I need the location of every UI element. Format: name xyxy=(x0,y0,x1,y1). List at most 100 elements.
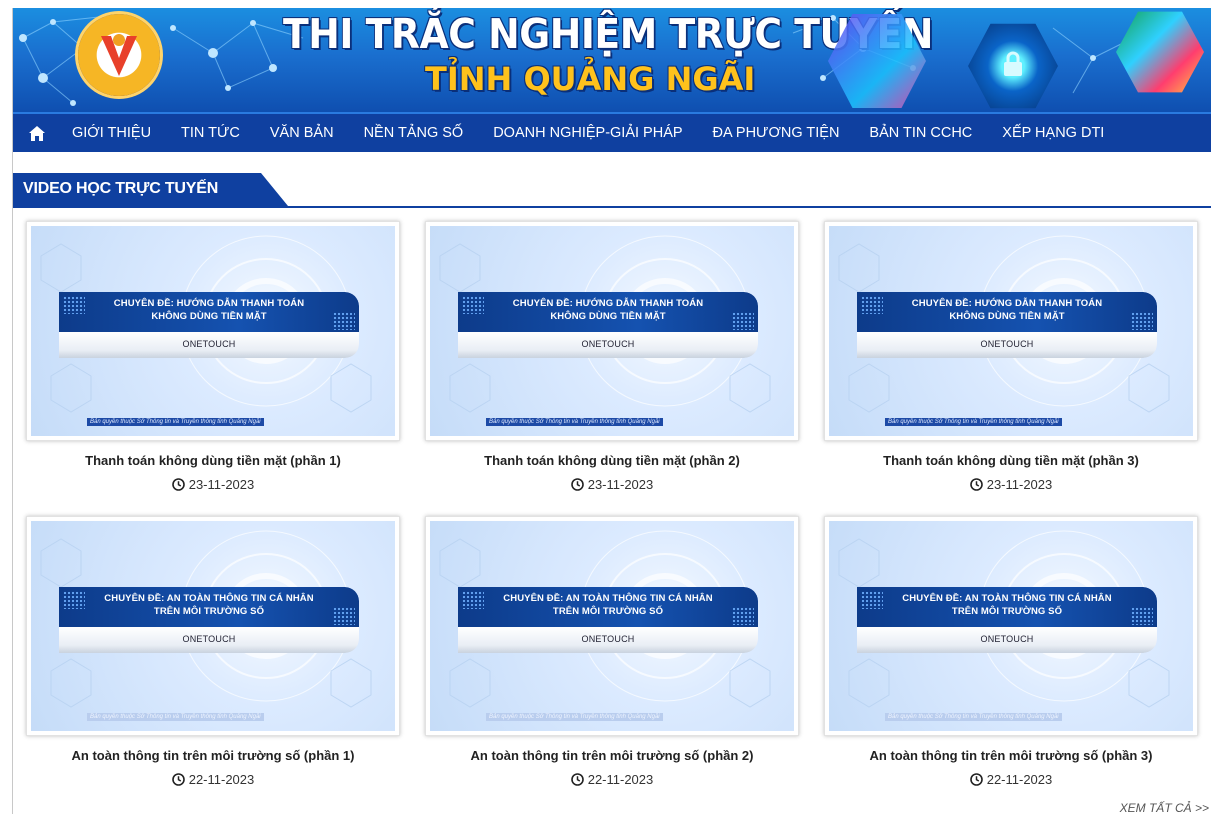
nav-item-ban-tin-cchc[interactable]: BẢN TIN CCHC xyxy=(854,114,987,152)
topic-line-1: CHUYÊN ĐỀ: HƯỚNG DẪN THANH TOÁN xyxy=(113,298,305,309)
topic-ribbon: CHUYÊN ĐỀ: AN TOÀN THÔNG TIN CÁ NHÂN TRÊ… xyxy=(857,587,1157,653)
topic-ribbon: CHUYÊN ĐỀ: HƯỚNG DẪN THANH TOÁN KHÔNG DÙ… xyxy=(857,292,1157,358)
pixel-dots-decoration xyxy=(861,591,883,609)
pixel-dots-decoration xyxy=(333,312,355,330)
brand-logo: ONETOUCH xyxy=(581,339,635,349)
brand-logo: ONETOUCH xyxy=(581,634,635,644)
topic-line-1: CHUYÊN ĐỀ: HƯỚNG DẪN THANH TOÁN xyxy=(512,298,704,309)
pixel-dots-decoration xyxy=(333,607,355,625)
topic-line-1: CHUYÊN ĐỀ: HƯỚNG DẪN THANH TOÁN xyxy=(911,298,1103,309)
clock-icon xyxy=(171,478,185,491)
video-title[interactable]: Thanh toán không dùng tiền mặt (phần 3) xyxy=(824,453,1198,468)
date-text: 22-11-2023 xyxy=(587,772,654,787)
see-all-link[interactable]: XEM TẤT CẢ >> xyxy=(1120,801,1209,814)
video-card[interactable]: CHUYÊN ĐỀ: HƯỚNG DẪN THANH TOÁN KHÔNG DÙ… xyxy=(425,221,799,492)
date-text: 22-11-2023 xyxy=(188,772,255,787)
clock-icon xyxy=(969,773,983,786)
topic-line-1: CHUYÊN ĐỀ: AN TOÀN THÔNG TIN CÁ NHÂN xyxy=(902,593,1112,604)
date-text: 23-11-2023 xyxy=(986,477,1053,492)
topic-text: CHUYÊN ĐỀ: AN TOÀN THÔNG TIN CÁ NHÂN TRÊ… xyxy=(488,592,728,618)
topic-line-2: TRÊN MÔI TRƯỜNG SỐ xyxy=(951,606,1063,617)
video-card[interactable]: CHUYÊN ĐỀ: HƯỚNG DẪN THANH TOÁN KHÔNG DÙ… xyxy=(26,221,400,492)
date-text: 23-11-2023 xyxy=(587,477,654,492)
topic-text: CHUYÊN ĐỀ: AN TOÀN THÔNG TIN CÁ NHÂN TRÊ… xyxy=(89,592,329,618)
pixel-dots-decoration xyxy=(63,296,85,314)
section-header: VIDEO HỌC TRỰC TUYẾN xyxy=(13,173,1211,208)
copyright-strip: Bản quyền thuộc Sở Thông tin và Truyền t… xyxy=(885,418,1062,426)
video-title[interactable]: An toàn thông tin trên môi trường số (ph… xyxy=(425,748,799,763)
site-banner[interactable]: THI TRẮC NGHIỆM TRỰC TUYẾN TỈNH QUẢNG NG… xyxy=(13,8,1211,112)
section-title: VIDEO HỌC TRỰC TUYẾN xyxy=(23,180,219,197)
video-date: 22-11-2023 xyxy=(425,772,799,787)
video-thumbnail[interactable]: CHUYÊN ĐỀ: AN TOÀN THÔNG TIN CÁ NHÂN TRÊ… xyxy=(824,516,1198,736)
copyright-strip: Bản quyền thuộc Sở Thông tin và Truyền t… xyxy=(486,418,663,426)
topic-line-1: CHUYÊN ĐỀ: AN TOÀN THÔNG TIN CÁ NHÂN xyxy=(104,593,314,604)
video-thumbnail[interactable]: CHUYÊN ĐỀ: AN TOÀN THÔNG TIN CÁ NHÂN TRÊ… xyxy=(425,516,799,736)
video-card[interactable]: CHUYÊN ĐỀ: HƯỚNG DẪN THANH TOÁN KHÔNG DÙ… xyxy=(824,221,1198,492)
nav-home[interactable] xyxy=(17,114,57,152)
nav-item-doanh-nghiep-giai-phap[interactable]: DOANH NGHIỆP-GIẢI PHÁP xyxy=(478,114,697,152)
topic-line-2: KHÔNG DÙNG TIỀN MẶT xyxy=(949,311,1065,322)
topic-ribbon: CHUYÊN ĐỀ: AN TOÀN THÔNG TIN CÁ NHÂN TRÊ… xyxy=(59,587,359,653)
video-date: 22-11-2023 xyxy=(824,772,1198,787)
video-date: 23-11-2023 xyxy=(824,477,1198,492)
topic-ribbon: CHUYÊN ĐỀ: HƯỚNG DẪN THANH TOÁN KHÔNG DÙ… xyxy=(59,292,359,358)
video-thumbnail[interactable]: CHUYÊN ĐỀ: HƯỚNG DẪN THANH TOÁN KHÔNG DÙ… xyxy=(824,221,1198,441)
thumbnail-image: CHUYÊN ĐỀ: HƯỚNG DẪN THANH TOÁN KHÔNG DÙ… xyxy=(31,226,395,436)
video-thumbnail[interactable]: CHUYÊN ĐỀ: HƯỚNG DẪN THANH TOÁN KHÔNG DÙ… xyxy=(26,221,400,441)
topic-ribbon: CHUYÊN ĐỀ: AN TOÀN THÔNG TIN CÁ NHÂN TRÊ… xyxy=(458,587,758,653)
main-navigation: GIỚI THIỆU TIN TỨC VĂN BẢN NỀN TẢNG SỐ D… xyxy=(13,112,1211,152)
video-card[interactable]: CHUYÊN ĐỀ: AN TOÀN THÔNG TIN CÁ NHÂN TRÊ… xyxy=(26,516,400,787)
nav-item-nen-tang-so[interactable]: NỀN TẢNG SỐ xyxy=(349,114,479,152)
brand-logo: ONETOUCH xyxy=(182,339,236,349)
date-text: 22-11-2023 xyxy=(986,772,1053,787)
clock-icon xyxy=(570,773,584,786)
video-thumbnail[interactable]: CHUYÊN ĐỀ: AN TOÀN THÔNG TIN CÁ NHÂN TRÊ… xyxy=(26,516,400,736)
nav-item-gioi-thieu[interactable]: GIỚI THIỆU xyxy=(57,114,166,152)
clock-icon xyxy=(171,773,185,786)
topic-line-1: CHUYÊN ĐỀ: AN TOÀN THÔNG TIN CÁ NHÂN xyxy=(503,593,713,604)
banner-subtitle: TỈNH QUẢNG NGÃI xyxy=(425,60,756,98)
clock-icon xyxy=(969,478,983,491)
topic-text: CHUYÊN ĐỀ: AN TOÀN THÔNG TIN CÁ NHÂN TRÊ… xyxy=(887,592,1127,618)
video-card[interactable]: CHUYÊN ĐỀ: AN TOÀN THÔNG TIN CÁ NHÂN TRÊ… xyxy=(824,516,1198,787)
nav-item-tin-tuc[interactable]: TIN TỨC xyxy=(166,114,255,152)
topic-text: CHUYÊN ĐỀ: HƯỚNG DẪN THANH TOÁN KHÔNG DÙ… xyxy=(89,297,329,323)
topic-ribbon: CHUYÊN ĐỀ: HƯỚNG DẪN THANH TOÁN KHÔNG DÙ… xyxy=(458,292,758,358)
banner-title: THI TRẮC NGHIỆM TRỰC TUYẾN xyxy=(283,10,933,58)
copyright-strip: Bản quyền thuộc Sở Thông tin và Truyền t… xyxy=(885,713,1062,721)
video-title[interactable]: An toàn thông tin trên môi trường số (ph… xyxy=(26,748,400,763)
topic-line-2: KHÔNG DÙNG TIỀN MẶT xyxy=(550,311,666,322)
topic-text: CHUYÊN ĐỀ: HƯỚNG DẪN THANH TOÁN KHÔNG DÙ… xyxy=(488,297,728,323)
video-date: 22-11-2023 xyxy=(26,772,400,787)
video-title[interactable]: Thanh toán không dùng tiền mặt (phần 2) xyxy=(425,453,799,468)
clock-icon xyxy=(570,478,584,491)
video-date: 23-11-2023 xyxy=(425,477,799,492)
copyright-strip: Bản quyền thuộc Sở Thông tin và Truyền t… xyxy=(87,418,264,426)
brand-logo: ONETOUCH xyxy=(980,634,1034,644)
brand-logo: ONETOUCH xyxy=(182,634,236,644)
thumbnail-image: CHUYÊN ĐỀ: HƯỚNG DẪN THANH TOÁN KHÔNG DÙ… xyxy=(829,226,1193,436)
topic-text: CHUYÊN ĐỀ: HƯỚNG DẪN THANH TOÁN KHÔNG DÙ… xyxy=(887,297,1127,323)
video-date: 23-11-2023 xyxy=(26,477,400,492)
video-card[interactable]: CHUYÊN ĐỀ: AN TOÀN THÔNG TIN CÁ NHÂN TRÊ… xyxy=(425,516,799,787)
pixel-dots-decoration xyxy=(462,296,484,314)
nav-item-van-ban[interactable]: VĂN BẢN xyxy=(255,114,349,152)
nav-item-da-phuong-tien[interactable]: ĐA PHƯƠNG TIỆN xyxy=(698,114,855,152)
thumbnail-image: CHUYÊN ĐỀ: AN TOÀN THÔNG TIN CÁ NHÂN TRÊ… xyxy=(829,521,1193,731)
video-title[interactable]: Thanh toán không dùng tiền mặt (phần 1) xyxy=(26,453,400,468)
thumbnail-image: CHUYÊN ĐỀ: AN TOÀN THÔNG TIN CÁ NHÂN TRÊ… xyxy=(430,521,794,731)
pixel-dots-decoration xyxy=(861,296,883,314)
home-icon xyxy=(29,125,45,141)
video-title[interactable]: An toàn thông tin trên môi trường số (ph… xyxy=(824,748,1198,763)
video-thumbnail[interactable]: CHUYÊN ĐỀ: HƯỚNG DẪN THANH TOÁN KHÔNG DÙ… xyxy=(425,221,799,441)
pixel-dots-decoration xyxy=(732,607,754,625)
topic-line-2: TRÊN MÔI TRƯỜNG SỐ xyxy=(552,606,664,617)
pixel-dots-decoration xyxy=(732,312,754,330)
thumbnail-image: CHUYÊN ĐỀ: AN TOÀN THÔNG TIN CÁ NHÂN TRÊ… xyxy=(31,521,395,731)
copyright-strip: Bản quyền thuộc Sở Thông tin và Truyền t… xyxy=(486,713,663,721)
topic-line-2: KHÔNG DÙNG TIỀN MẶT xyxy=(151,311,267,322)
pixel-dots-decoration xyxy=(1131,312,1153,330)
page: THI TRẮC NGHIỆM TRỰC TUYẾN TỈNH QUẢNG NG… xyxy=(12,8,1211,814)
nav-item-xep-hang-dti[interactable]: XẾP HẠNG DTI xyxy=(987,114,1119,152)
